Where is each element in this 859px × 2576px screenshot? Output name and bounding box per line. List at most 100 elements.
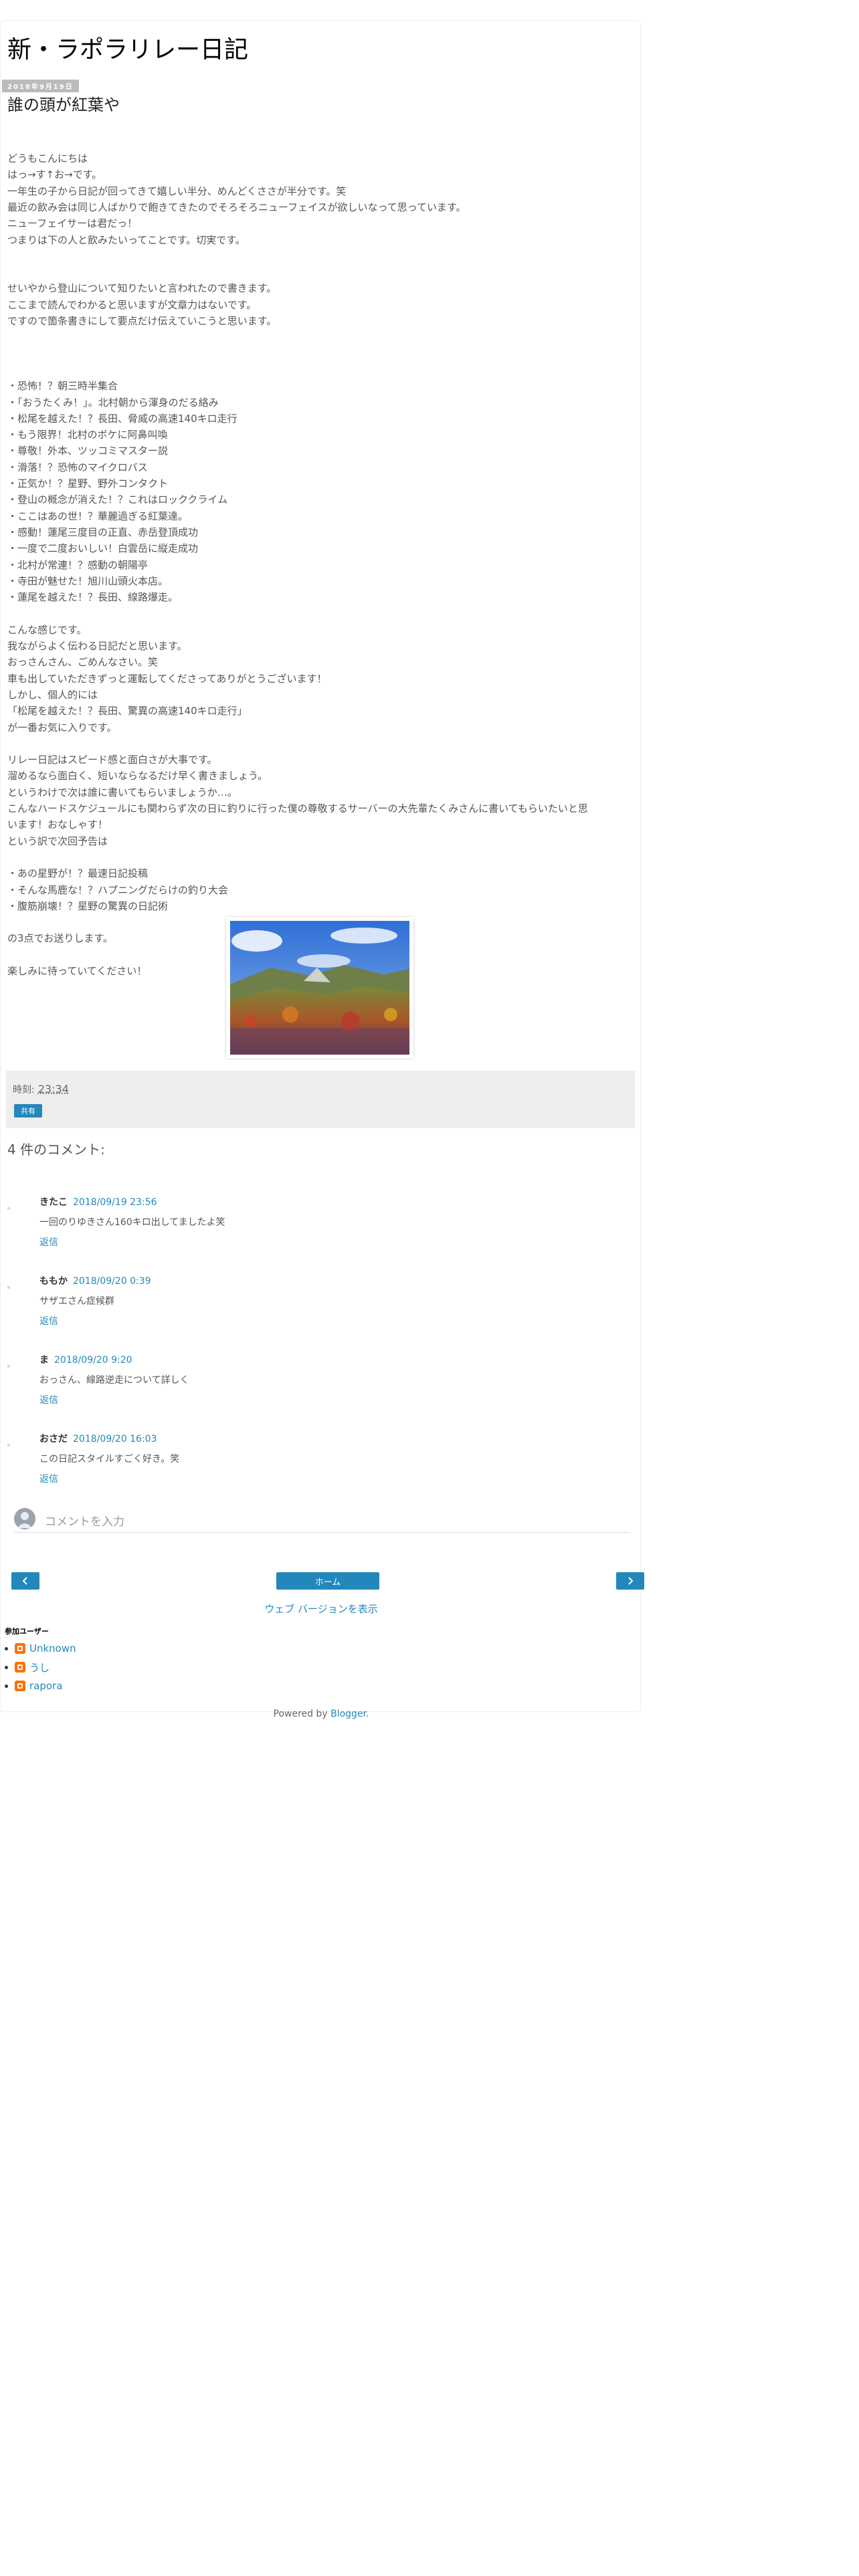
contributors-list: Unknown うし rapora xyxy=(5,1639,76,1695)
post-text-line: しかし、個人的には xyxy=(7,688,98,701)
avatar xyxy=(14,1508,35,1529)
comment-body: サザエさん症候群 xyxy=(39,1296,114,1307)
post-text-line: ・尊敬！外本、ツッコミマスター説 xyxy=(7,445,169,457)
home-button[interactable]: ホーム xyxy=(276,1572,379,1590)
comment-author[interactable]: おさだ xyxy=(39,1434,68,1444)
post-text-line: つまりは下の人と飲みたいってことです。切実です。 xyxy=(7,233,246,246)
contributors-heading: 参加ユーザー xyxy=(5,1627,49,1636)
post-text-line: せいやから登山について知りたいと言われたので書きます。 xyxy=(7,282,277,295)
contributor-link[interactable]: rapora xyxy=(29,1680,62,1692)
comment-item: ま 2018/09/20 9:20 おっさん、線路逆走について詳しく返信 xyxy=(7,1353,628,1408)
comment-avatar-placeholder xyxy=(7,1444,10,1446)
post-text-line: はっ→す↑お→です。 xyxy=(7,169,102,181)
post-text-line: おっさんさん、ごめんなさい。笑 xyxy=(7,656,159,669)
post-text-line: ・寺田が魅せた！旭川山頭火本店。 xyxy=(7,574,169,587)
post-text-line: ・もう限界！北村のボケに阿鼻叫喚 xyxy=(7,429,168,441)
post-text-line: ・登山の概念が消えた！？これはロッククライム xyxy=(7,494,228,506)
post-text-line: 「松尾を越えた！？長田、驚異の高速140キロ走行」 xyxy=(7,705,248,718)
post-text-line: 一年生の子から日記が回ってきて嬉しい半分、めんどくささが半分です。笑 xyxy=(7,185,347,197)
post-text-line: 我ながらよく伝わる日記だと思います。 xyxy=(7,640,187,652)
autumn-mountain-photo xyxy=(230,921,409,1055)
comment-body: この日記スタイルすごく好き。笑 xyxy=(39,1454,180,1465)
contributor-link[interactable]: Unknown xyxy=(29,1642,76,1654)
blog-title[interactable]: 新・ラポラリレー日記 xyxy=(7,30,248,65)
contributor-item: うし xyxy=(5,1658,76,1677)
comment-body: 一回のりゆきさん160キロ出してましたよ笑 xyxy=(39,1217,225,1228)
post-text-line: ・蓮尾を越えた！？長田、線路爆走。 xyxy=(7,591,179,604)
bullet xyxy=(5,1665,8,1669)
comment-date-link[interactable]: 2018/09/20 16:03 xyxy=(73,1434,157,1444)
post-text-line: 最近の飲み会は同じ人ばかりで飽きてきたのでそろそろニューフェイスが欲しいなって思… xyxy=(7,201,466,213)
comment-input-row[interactable]: コメントを入力 xyxy=(14,1507,630,1533)
powered-prefix: Powered by xyxy=(273,1709,331,1719)
reply-link[interactable]: 返信 xyxy=(39,1314,628,1329)
post-text-line: こんな感じです。 xyxy=(7,623,87,636)
chevron-left-icon xyxy=(22,1577,27,1585)
post-text-line: どうもこんにちは xyxy=(7,152,88,165)
blogger-link[interactable]: Blogger xyxy=(330,1709,366,1719)
post-text-line: というわけで次は誰に書いてもらいましょうか…。 xyxy=(7,786,237,798)
post-text-line: が一番お気に入りです。 xyxy=(7,721,117,734)
post-text-line: ニューフェイサーは君だっ！ xyxy=(7,217,138,230)
post-text-line: こんなハードスケジュールにも関わらず次の日に釣りに行った僕の尊敬するサーバーの大… xyxy=(7,802,588,815)
comment-avatar-placeholder xyxy=(7,1365,10,1368)
previous-post-button[interactable] xyxy=(11,1572,39,1590)
post-text-line: ・感動！蓮尾三度目の正直、赤岳登頂成功 xyxy=(7,526,199,538)
reply-link[interactable]: 返信 xyxy=(39,1393,628,1408)
time-label: 時刻: xyxy=(13,1085,35,1095)
comment-author[interactable]: ま xyxy=(39,1355,49,1366)
contributor-item: Unknown xyxy=(5,1639,76,1658)
post-text-line: 溜めるなら面白く、短いならなるだけ早く書きましょう。 xyxy=(7,770,268,782)
post-title[interactable]: 誰の頭が紅葉や xyxy=(7,92,120,115)
bullet xyxy=(5,1684,8,1688)
comment-item: きたこ 2018/09/19 23:56 一回のりゆきさん160キロ出してましたよ笑… xyxy=(7,1195,628,1250)
post-text-line: ・腹筋崩壊！？星野の驚異の日記術 xyxy=(7,899,169,912)
post-text-line: ・正気か！？星野、野外コンタクト xyxy=(7,477,169,490)
comment-avatar-placeholder xyxy=(7,1286,10,1289)
share-button[interactable]: 共有 xyxy=(14,1104,42,1117)
post-date-header: 2018年9月19日 xyxy=(2,80,79,92)
post-text-line: ・恐怖！？朝三時半集合 xyxy=(7,380,118,393)
comment-author[interactable]: きたこ xyxy=(39,1197,68,1208)
post-text-line: ・滑落！？恐怖のマイクロバス xyxy=(7,461,148,473)
reply-link[interactable]: 返信 xyxy=(39,1235,628,1250)
post-text-line: ・そんな馬鹿な！？ハプニングだらけの釣り大会 xyxy=(7,883,229,896)
bullet xyxy=(5,1646,8,1650)
comments-heading: 4 件のコメント: xyxy=(7,1142,105,1158)
post-photo[interactable] xyxy=(226,917,413,1059)
comment-header: ももか 2018/09/20 0:39 xyxy=(39,1274,628,1289)
blogger-icon xyxy=(15,1643,25,1654)
post-text-line: 車も出していただきずっと運転してくださってありがとうございます！ xyxy=(7,672,327,685)
reply-link[interactable]: 返信 xyxy=(39,1472,628,1487)
comment-avatar-placeholder xyxy=(7,1207,10,1210)
post-time-link[interactable]: 23:34 xyxy=(38,1083,69,1095)
comment-item: ももか 2018/09/20 0:39 サザエさん症候群返信 xyxy=(7,1274,628,1329)
post-text-line: ・「おうたくみ！」。北村朝から渾身のだる絡み xyxy=(7,396,219,409)
comment-input[interactable]: コメントを入力 xyxy=(45,1512,124,1529)
powered-by: Powered by Blogger. xyxy=(1,1709,642,1719)
comment-date-link[interactable]: 2018/09/20 9:20 xyxy=(54,1355,132,1366)
comment-author[interactable]: ももか xyxy=(39,1276,68,1287)
comment-date-link[interactable]: 2018/09/20 0:39 xyxy=(73,1276,151,1287)
comment-header: きたこ 2018/09/19 23:56 xyxy=(39,1195,628,1210)
post-text-line: います！おなしゃす！ xyxy=(7,819,108,831)
comment-header: おさだ 2018/09/20 16:03 xyxy=(39,1432,628,1446)
post-text-line: の3点でお送りします。 xyxy=(7,932,114,945)
contributor-link[interactable]: うし xyxy=(29,1660,50,1675)
post-text-line: 楽しみに待っていてください！ xyxy=(7,965,147,977)
post-text-line: ・一度で二度おいしい！白雲岳に縦走成功 xyxy=(7,542,199,555)
contributor-item: rapora xyxy=(5,1677,76,1695)
post-text-line: ここまで読んでわかると思いますが文章力はないです。 xyxy=(7,298,257,311)
post-text-line: ですので箇条書きにして要点だけ伝えていこうと思います。 xyxy=(7,315,277,327)
post-text-line: という訳で次回予告は xyxy=(7,835,108,847)
powered-suffix: . xyxy=(366,1709,369,1719)
comment-item: おさだ 2018/09/20 16:03 この日記スタイルすごく好き。笑返信 xyxy=(7,1432,628,1487)
post-text-line: ・あの星野が！？最速日記投稿 xyxy=(7,867,149,880)
comment-date-link[interactable]: 2018/09/19 23:56 xyxy=(73,1197,157,1208)
post-text-line: ・ここはあの世！？華麗過ぎる紅葉達。 xyxy=(7,510,189,522)
web-version-link[interactable]: ウェブ バージョンを表示 xyxy=(1,1602,642,1616)
next-post-button[interactable] xyxy=(616,1572,644,1590)
post-text-line: リレー日記はスピード感と面白さが大事です。 xyxy=(7,754,217,766)
comment-body: おっさん、線路逆走について詳しく xyxy=(39,1375,189,1386)
blog-page: 新・ラポラリレー日記 2018年9月19日 誰の頭が紅葉や どうもこんにちははっ… xyxy=(0,20,644,1719)
